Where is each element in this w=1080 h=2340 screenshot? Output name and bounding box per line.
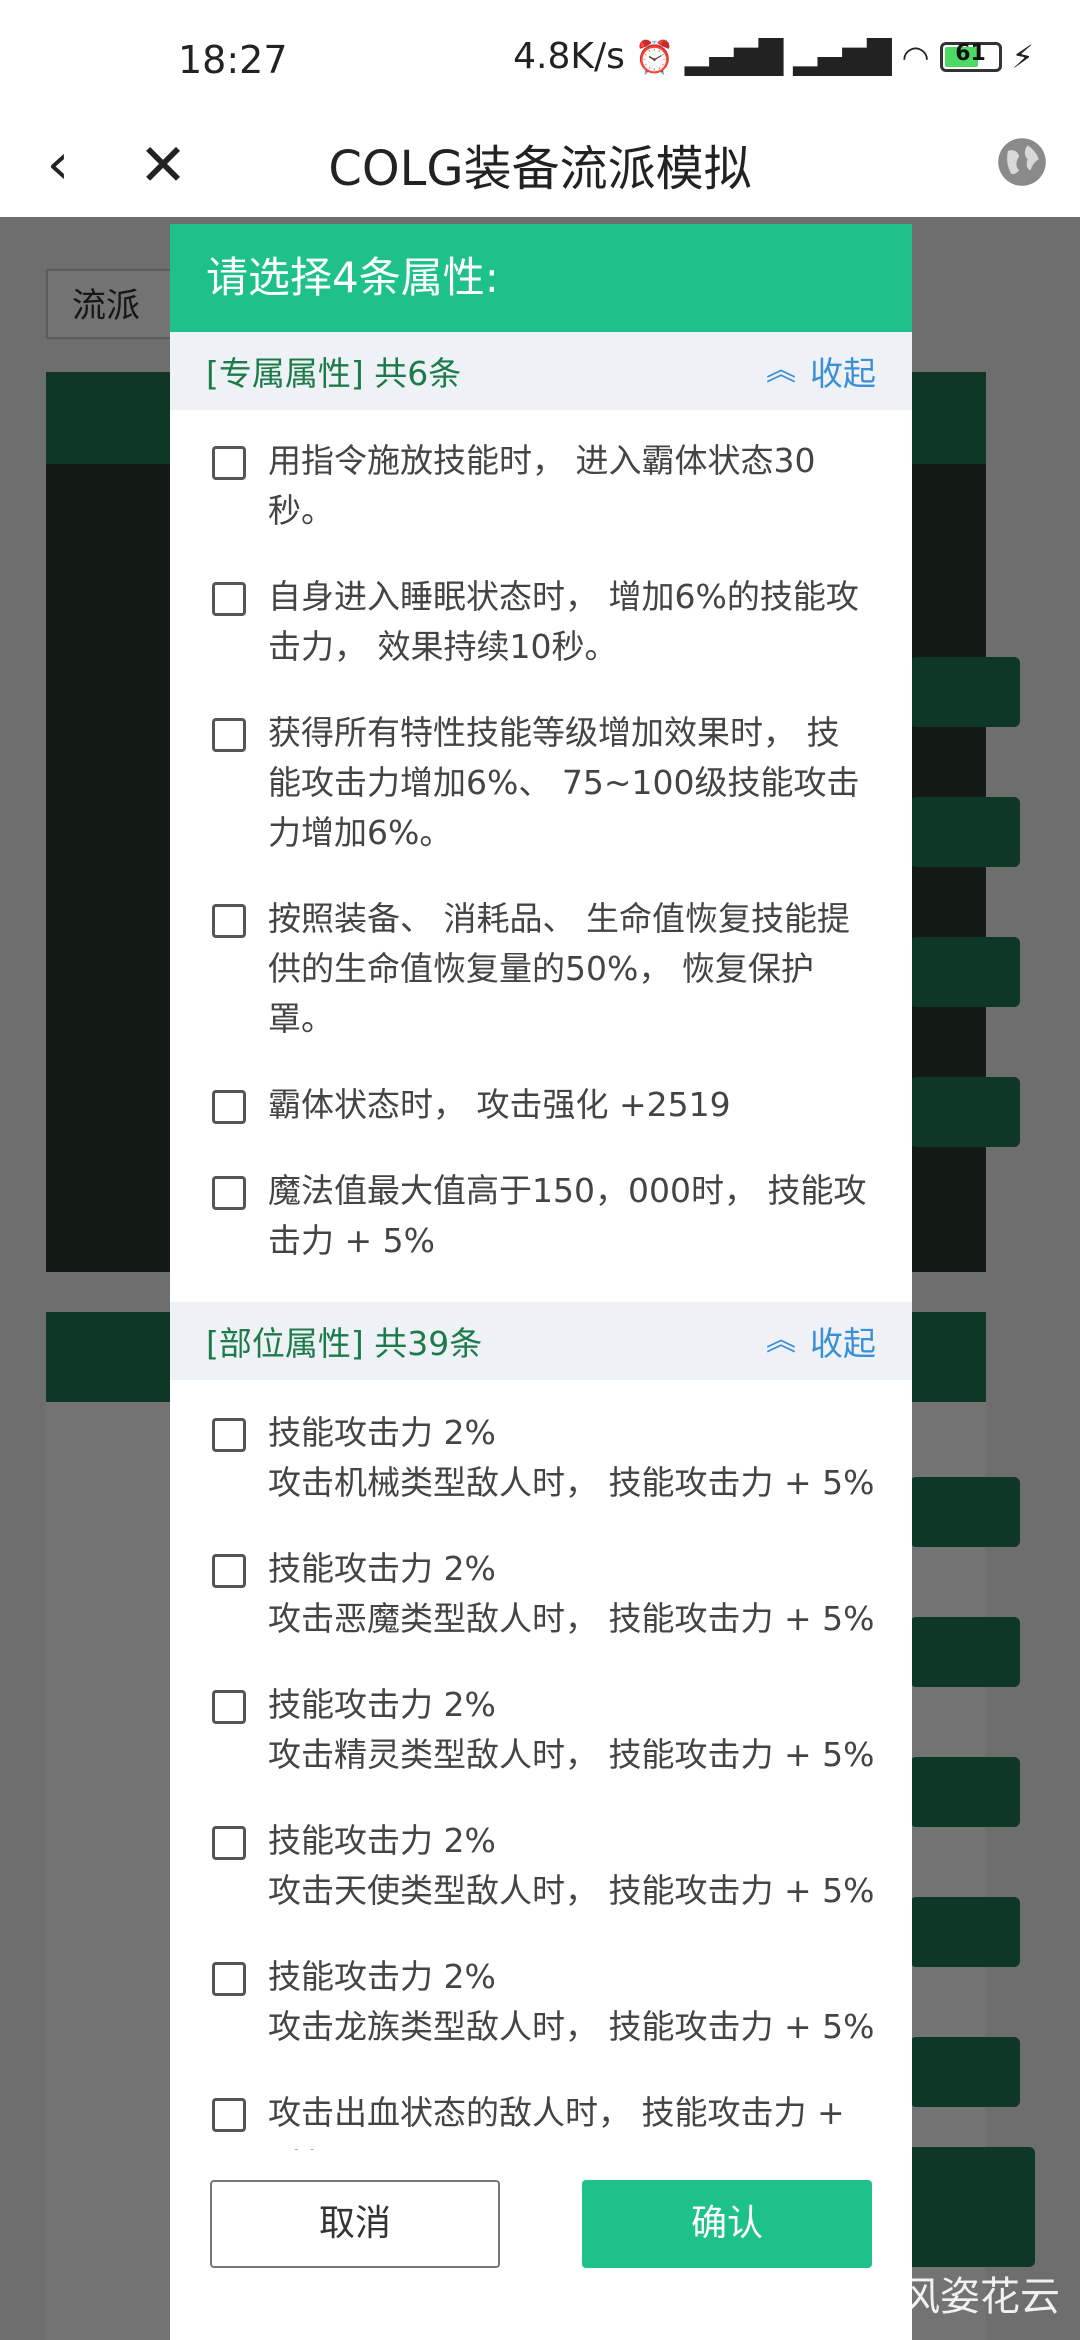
section-title: [部位属性] 共39条 [206,1324,483,1363]
option-list-exclusive: 用指令施放技能时， 进入霸体状态30 秒。 自身进入睡眠状态时， 增加6%的技能… [170,410,912,1266]
battery-level: 61 [955,40,986,66]
option-text: 秒。 [268,491,334,530]
option-text: 能攻击力增加6%、 75~100级技能攻击 [268,763,860,802]
option-item[interactable]: 技能攻击力 2% 攻击天使类型敌人时， 技能攻击力 + 5% [170,1816,912,1916]
option-item[interactable]: 获得所有特性技能等级增加效果时， 技 能攻击力增加6%、 75~100级技能攻击… [170,708,912,858]
attribute-select-dialog: 请选择4条属性: [专属属性] 共6条 ︽ 收起 用指令施放技能时， 进入霸体状… [170,224,912,2340]
option-text: 力增加6%。 [268,813,453,852]
option-item[interactable]: 魔法值最大值高于150，000时， 技能攻 击力 + 5% [170,1166,912,1266]
chevron-up-icon: ︽ [766,353,796,388]
collapse-toggle[interactable]: ︽ 收起 [766,1317,876,1365]
option-text: 攻击出血状态的敌人时， 技能攻击力 + [268,2093,845,2132]
charging-icon: ⚡ [1011,37,1034,76]
watermark: COLG @风姿花云 [730,2264,1060,2322]
option-item[interactable]: 技能攻击力 2% 攻击机械类型敌人时， 技能攻击力 + 5% [170,1408,912,1508]
collapse-label: 收起 [810,1324,876,1363]
option-text: 按照装备、 消耗品、 生命值恢复技能提 [268,899,850,938]
option-text: 获得所有特性技能等级增加效果时， 技 [268,713,840,752]
option-text: 击力 + 5% [268,1221,435,1260]
checkbox[interactable] [212,1826,246,1860]
checkbox[interactable] [212,1090,246,1124]
option-text: 罩。 [268,999,334,1038]
option-item[interactable]: 霸体状态时， 攻击强化 +2519 [170,1080,912,1130]
confirm-button[interactable]: 确认 [582,2180,872,2268]
checkbox[interactable] [212,582,246,616]
option-text: 魔法值最大值高于150，000时， 技能攻 [268,1171,867,1210]
option-text: 攻击精灵类型敌人时， 技能攻击力 + 5% [268,1735,875,1774]
checkbox[interactable] [212,446,246,480]
option-text: 技能攻击力 2% [268,1413,496,1452]
option-text: 击力， 效果持续10秒。 [268,627,618,666]
cancel-button[interactable]: 取消 [210,2180,500,2268]
checkbox[interactable] [212,1554,246,1588]
checkbox[interactable] [212,1690,246,1724]
option-text: 攻击龙族类型敌人时， 技能攻击力 + 5% [268,2007,875,2046]
watermark-text: @风姿花云 [860,2274,1060,2320]
globe-icon[interactable] [994,134,1050,190]
net-speed: 4.8K/s [513,36,625,77]
signal-icon-2: ▂▄▆█ [793,37,892,76]
option-item[interactable]: 用指令施放技能时， 进入霸体状态30 秒。 [170,436,912,536]
option-list-slot: 技能攻击力 2% 攻击机械类型敌人时， 技能攻击力 + 5% 技能攻击力 2% … [170,1380,912,2188]
option-text: 技能攻击力 2% [268,1821,496,1860]
dialog-title: 请选择4条属性: [170,224,912,332]
option-item[interactable]: 按照装备、 消耗品、 生命值恢复技能提 供的生命值恢复量的50%， 恢复保护 罩… [170,894,912,1044]
option-item[interactable]: 自身进入睡眠状态时， 增加6%的技能攻 击力， 效果持续10秒。 [170,572,912,672]
collapse-label: 收起 [810,354,876,393]
checkbox[interactable] [212,2098,246,2132]
option-text: 攻击机械类型敌人时， 技能攻击力 + 5% [268,1463,875,1502]
status-icons: 4.8K/s ⏰ ▂▄▆█ ▂▄▆█ ◠ 61 ⚡ [513,36,1034,77]
option-text: 技能攻击力 2% [268,1957,496,1996]
watermark-logo: COLG [730,2274,852,2320]
section-header-exclusive: [专属属性] 共6条 ︽ 收起 [170,332,912,410]
battery-icon: 61 [939,40,1002,72]
option-item[interactable]: 技能攻击力 2% 攻击龙族类型敌人时， 技能攻击力 + 5% [170,1952,912,2052]
option-text: 用指令施放技能时， 进入霸体状态30 [268,441,816,480]
option-item[interactable]: 技能攻击力 2% 攻击精灵类型敌人时， 技能攻击力 + 5% [170,1680,912,1780]
option-text: 供的生命值恢复量的50%， 恢复保护 [268,949,814,988]
option-text: 技能攻击力 2% [268,1549,496,1588]
option-item[interactable]: 技能攻击力 2% 攻击恶魔类型敌人时， 技能攻击力 + 5% [170,1544,912,1644]
option-text: 攻击天使类型敌人时， 技能攻击力 + 5% [268,1871,875,1910]
section-title: [专属属性] 共6条 [206,354,462,393]
option-text: 攻击恶魔类型敌人时， 技能攻击力 + 5% [268,1599,875,1638]
dialog-body[interactable]: [专属属性] 共6条 ︽ 收起 用指令施放技能时， 进入霸体状态30 秒。 自身… [170,332,912,2340]
option-text: 自身进入睡眠状态时， 增加6%的技能攻 [268,577,859,616]
alarm-icon: ⏰ [634,37,675,76]
wifi-icon: ◠ [901,37,930,76]
status-bar: 18:27 4.8K/s ⏰ ▂▄▆█ ▂▄▆█ ◠ 61 ⚡ [0,0,1080,122]
signal-icon: ▂▄▆█ [684,37,784,76]
page-title: COLG装备流派模拟 [328,141,752,197]
option-text: 霸体状态时， 攻击强化 +2519 [268,1085,731,1124]
chevron-up-icon: ︽ [766,1323,796,1358]
checkbox[interactable] [212,1962,246,1996]
checkbox[interactable] [212,904,246,938]
option-text: 技能攻击力 2% [268,1685,496,1724]
section-header-slot: [部位属性] 共39条 ︽ 收起 [170,1302,912,1380]
checkbox[interactable] [212,718,246,752]
nav-bar: ‹ ✕ COLG装备流派模拟 [0,122,1080,217]
collapse-toggle[interactable]: ︽ 收起 [766,347,876,395]
status-time: 18:27 [178,38,288,82]
checkbox[interactable] [212,1418,246,1452]
checkbox[interactable] [212,1176,246,1210]
